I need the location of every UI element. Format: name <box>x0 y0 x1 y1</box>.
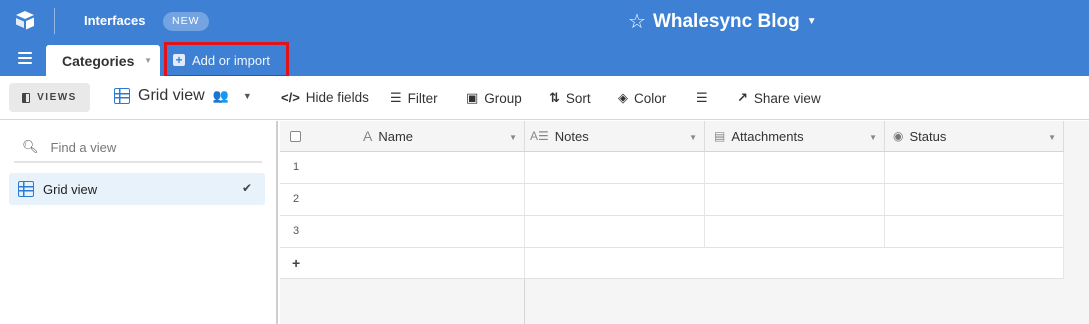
find-view-input[interactable]: Find a view <box>51 140 117 155</box>
frozen-column-divider <box>524 279 525 324</box>
color-button[interactable]: ◈ Color <box>618 90 666 106</box>
chevron-down-icon[interactable]: ▼ <box>243 91 252 101</box>
grid-view-icon <box>18 181 34 197</box>
row-height-button[interactable]: ☰ <box>696 90 708 106</box>
sidebar-item-label: Grid view <box>43 181 98 197</box>
add-row-area[interactable] <box>525 248 1064 279</box>
hamburger-menu-icon[interactable] <box>18 52 32 64</box>
sort-icon: ⇅ <box>549 90 560 105</box>
checkmark-icon: ✔ <box>241 181 252 195</box>
plus-icon: + <box>292 255 301 271</box>
column-label: Status <box>909 128 947 144</box>
row-height-icon: ☰ <box>696 90 708 105</box>
share-external-icon: ↗ <box>737 90 748 105</box>
table-cell[interactable] <box>705 184 885 216</box>
column-header-attachments[interactable]: ▤ Attachments ▼ <box>705 121 885 152</box>
column-label: Attachments <box>731 128 804 144</box>
chevron-down-icon[interactable]: ▼ <box>509 133 517 142</box>
star-icon[interactable]: ☆ <box>628 9 646 34</box>
share-view-label: Share view <box>753 90 821 106</box>
add-or-import-button[interactable]: + Add or import <box>164 42 289 78</box>
select-all-checkbox[interactable] <box>290 130 301 142</box>
paint-bucket-icon: ◈ <box>618 90 628 105</box>
sidebar-item-grid-view[interactable]: Grid view ✔ <box>9 173 265 205</box>
row-number: 2 <box>293 193 300 205</box>
table-row[interactable]: 2 <box>280 184 525 216</box>
current-view-name: Grid view <box>138 87 205 104</box>
share-view-button[interactable]: ↗ Share view <box>737 90 821 106</box>
views-sidebar: 🔍︎ Find a view Grid view ✔ <box>0 121 278 324</box>
chevron-down-icon[interactable]: ▼ <box>1048 133 1056 142</box>
long-text-icon: A☰ <box>530 129 549 143</box>
filter-icon: ☰ <box>390 90 402 105</box>
search-icon: 🔍︎ <box>22 139 39 154</box>
tab-dropdown-icon[interactable]: ▼ <box>144 56 152 65</box>
view-switcher[interactable]: Grid view 👥 ▼ <box>114 87 252 105</box>
table-cell[interactable] <box>885 216 1064 248</box>
group-icon: ▣ <box>466 90 479 105</box>
add-or-import-label: Add or import <box>192 52 271 68</box>
new-badge: NEW <box>163 12 209 31</box>
tab-categories[interactable]: Categories ▼ <box>46 45 160 76</box>
base-title[interactable]: ☆ Whalesync Blog ▼ <box>628 9 817 34</box>
text-a-icon: A <box>363 128 373 144</box>
table-cell[interactable] <box>885 184 1064 216</box>
column-label: Name <box>378 128 414 144</box>
sort-label: Sort <box>565 90 591 106</box>
table-cell[interactable] <box>525 152 705 184</box>
find-view-search[interactable]: 🔍︎ Find a view <box>14 133 262 163</box>
column-header-name[interactable]: A Name ▼ <box>280 121 525 152</box>
table-row[interactable]: 3 <box>280 216 525 248</box>
group-label: Group <box>484 90 522 106</box>
hide-fields-label: Hide fields <box>305 90 369 105</box>
views-toggle-button[interactable]: VIEWS <box>9 83 90 112</box>
sidebar-panel-icon <box>22 92 31 103</box>
hide-fields-button[interactable]: </> Hide fields <box>281 90 369 105</box>
table-cell[interactable] <box>705 216 885 248</box>
column-header-notes[interactable]: A☰ Notes ▼ <box>525 121 705 152</box>
airtable-logo-icon[interactable] <box>14 10 36 30</box>
table-cell[interactable] <box>525 216 705 248</box>
chevron-down-icon[interactable]: ▼ <box>869 133 877 142</box>
add-row-button[interactable]: + <box>280 248 525 279</box>
views-label: VIEWS <box>37 92 77 103</box>
group-button[interactable]: ▣ Group <box>466 90 522 106</box>
sort-button[interactable]: ⇅ Sort <box>549 90 591 106</box>
topbar-divider <box>54 8 55 34</box>
table-cell[interactable] <box>525 184 705 216</box>
grid-view-icon <box>114 88 130 104</box>
eye-slash-icon: </> <box>281 90 300 105</box>
color-label: Color <box>634 90 667 106</box>
table-cell[interactable] <box>885 152 1064 184</box>
collaborative-view-icon: 👥 <box>212 88 229 103</box>
chevron-down-icon: ▼ <box>806 16 817 27</box>
table-row[interactable]: 1 <box>280 152 525 184</box>
interfaces-link[interactable]: Interfaces <box>84 13 145 28</box>
single-select-icon: ◉ <box>893 129 904 143</box>
table-cell[interactable] <box>705 152 885 184</box>
base-name: Whalesync Blog <box>652 10 800 32</box>
data-grid: A Name ▼ A☰ Notes ▼ ▤ Attachments ▼ ◉ St… <box>280 121 1089 324</box>
view-toolbar: VIEWS Grid view 👥 ▼ </> Hide fields ☰ Fi… <box>0 76 1089 120</box>
top-app-bar: Interfaces NEW ☆ Whalesync Blog ▼ Catego… <box>0 0 1089 78</box>
chevron-down-icon[interactable]: ▼ <box>689 133 697 142</box>
tab-label: Categories <box>62 52 135 69</box>
attachment-icon: ▤ <box>714 129 726 143</box>
plus-square-icon: + <box>173 54 185 66</box>
filter-button[interactable]: ☰ Filter <box>390 90 438 106</box>
column-label: Notes <box>554 128 589 144</box>
row-number: 1 <box>293 161 300 173</box>
row-number: 3 <box>293 225 300 237</box>
column-header-status[interactable]: ◉ Status ▼ <box>885 121 1064 152</box>
filter-label: Filter <box>407 90 438 106</box>
